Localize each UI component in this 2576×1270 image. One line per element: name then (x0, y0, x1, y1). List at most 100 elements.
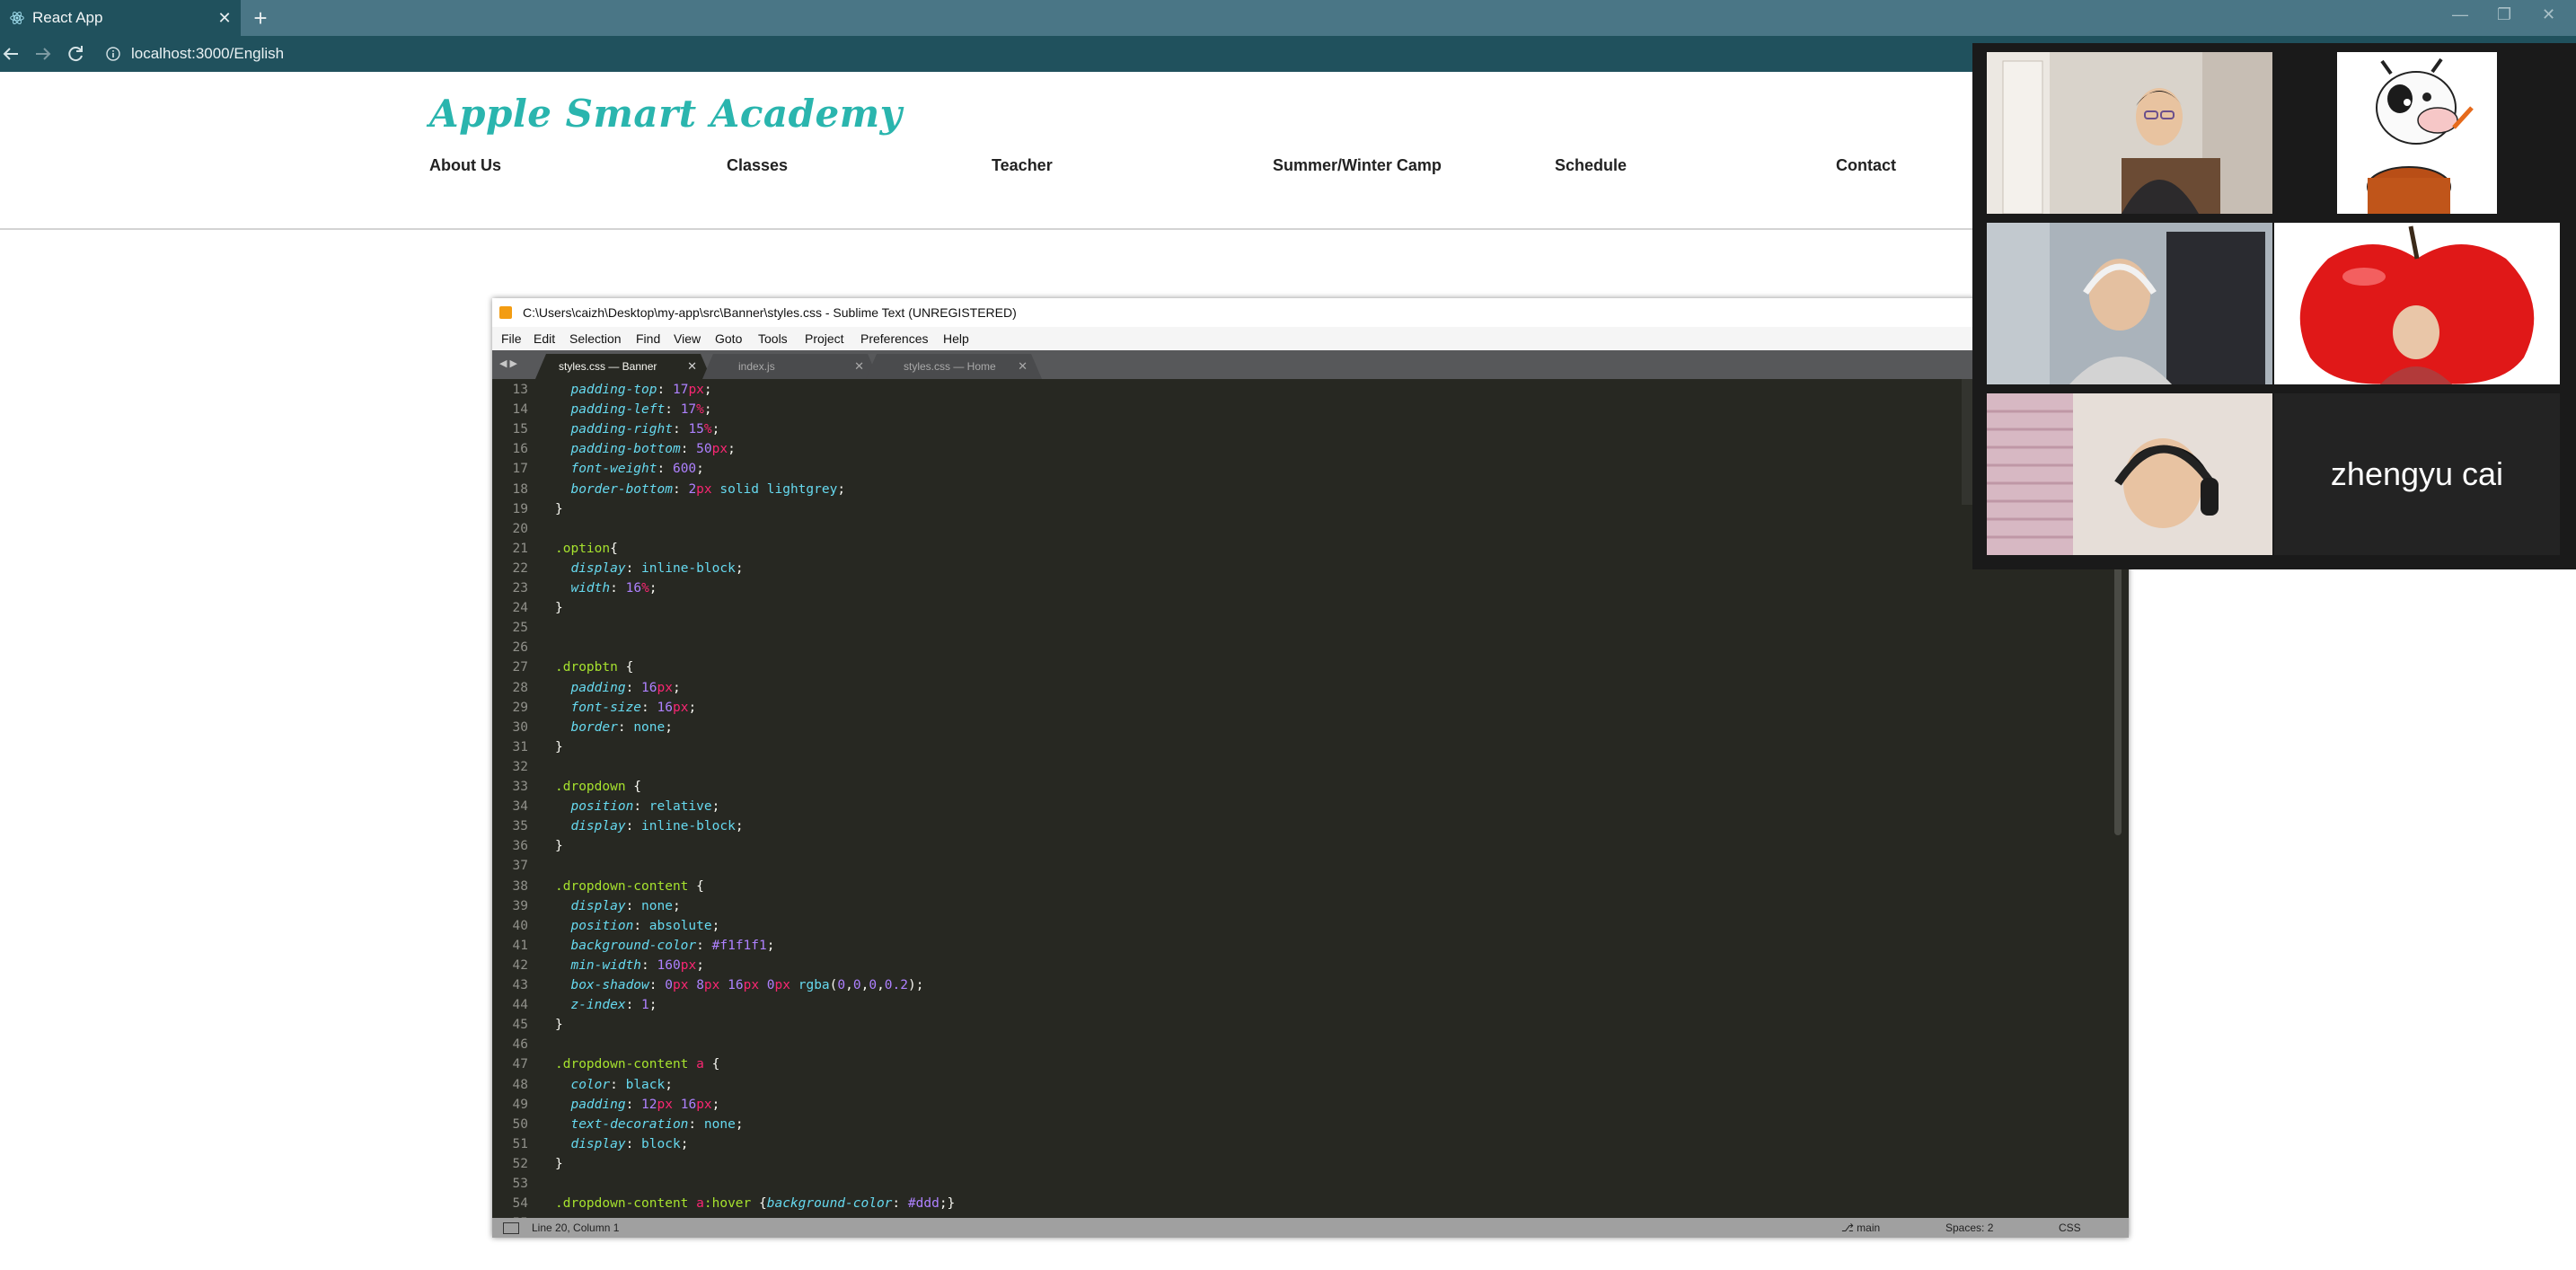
code-line[interactable]: } (555, 740, 563, 754)
line-number: 33 (512, 780, 528, 794)
sublime-title-bar[interactable]: C:\Users\caizh\Desktop\my-app\src\Banner… (492, 298, 2129, 327)
menu-view[interactable]: View (674, 327, 701, 350)
code-line[interactable]: border-bottom: 2px solid lightgrey; (555, 482, 845, 497)
back-arrow-icon[interactable] (0, 43, 22, 65)
panel-toggle-icon[interactable] (503, 1222, 519, 1234)
code-token: : (625, 680, 642, 695)
site-info-icon[interactable] (106, 47, 120, 61)
code-line[interactable]: display: none; (555, 899, 680, 913)
nav-about-us[interactable]: About Us (429, 156, 501, 175)
code-line[interactable]: position: absolute; (555, 919, 719, 933)
minimize-icon[interactable]: — (2452, 5, 2468, 24)
code-line[interactable]: width: 16%; (555, 581, 657, 595)
code-line[interactable]: color: black; (555, 1078, 673, 1092)
sublime-app-icon (499, 306, 512, 319)
menu-help[interactable]: Help (943, 327, 969, 350)
code-line[interactable]: .dropdown-content a:hover {background-co… (555, 1196, 955, 1211)
menu-preferences[interactable]: Preferences (860, 327, 928, 350)
code-line[interactable]: z-index: 1; (555, 998, 657, 1012)
forward-arrow-icon[interactable] (32, 43, 54, 65)
nav-summer-winter-camp[interactable]: Summer/Winter Camp (1273, 156, 1442, 175)
participant-video-tile[interactable] (1987, 393, 2272, 555)
menu-find[interactable]: Find (636, 327, 660, 350)
code-line[interactable]: box-shadow: 0px 8px 16px 0px rgba(0,0,0,… (555, 978, 923, 992)
code-line[interactable]: min-width: 160px; (555, 958, 703, 973)
code-line[interactable]: } (555, 839, 563, 853)
line-number: 29 (512, 700, 528, 715)
git-branch[interactable]: ⎇ main (1841, 1218, 1880, 1238)
code-token: : (633, 918, 649, 933)
nav-schedule[interactable]: Schedule (1555, 156, 1627, 175)
code-line[interactable]: } (555, 1157, 563, 1171)
code-line[interactable]: font-size: 16px; (555, 701, 696, 715)
participant-name-tile[interactable]: zhengyu cai (2274, 393, 2560, 555)
code-line[interactable]: padding-left: 17%; (555, 402, 711, 417)
code-token: 8 (696, 978, 704, 992)
participant-video-tile[interactable] (2274, 52, 2560, 214)
participant-video-tile-active-speaker[interactable] (2274, 223, 2560, 384)
editor-tab-styles-banner[interactable]: styles.css — Banner ✕ (535, 354, 711, 379)
code-line[interactable]: display: inline-block; (555, 819, 743, 834)
address-bar[interactable]: localhost:3000/English (101, 40, 999, 68)
menu-project[interactable]: Project (805, 327, 844, 350)
nav-classes[interactable]: Classes (727, 156, 788, 175)
tab-close-icon[interactable]: ✕ (214, 7, 235, 29)
code-token: px (696, 1097, 712, 1112)
new-tab-plus-icon[interactable]: + (248, 5, 273, 31)
code-line[interactable]: background-color: #f1f1f1; (555, 939, 774, 953)
menu-goto[interactable]: Goto (715, 327, 742, 350)
syntax-selector[interactable]: CSS (2059, 1218, 2081, 1238)
line-number: 35 (512, 819, 528, 834)
line-number: 21 (512, 541, 528, 556)
code-line[interactable]: position: relative; (555, 799, 719, 814)
restore-icon[interactable]: ❐ (2497, 5, 2511, 24)
window-close-icon[interactable]: ✕ (2542, 5, 2555, 24)
participant-video-tile[interactable] (1987, 223, 2272, 384)
tab-close-icon[interactable]: ✕ (1018, 354, 1028, 379)
code-token: inline-block (641, 819, 736, 834)
code-editor[interactable]: 13 14 15 16 17 18 19 20 21 22 23 24 25 26 27 28 29 30 31 32… (492, 379, 2129, 1218)
indentation-setting[interactable]: Spaces: 2 (1945, 1218, 1993, 1238)
code-line[interactable]: .dropdown-content a { (555, 1057, 719, 1072)
code-token: none (633, 719, 666, 735)
code-line[interactable]: padding-right: 15%; (555, 422, 719, 437)
code-line[interactable]: } (555, 1018, 563, 1032)
code-line[interactable]: .option{ (555, 542, 618, 556)
code-line[interactable]: .dropdown { (555, 780, 641, 794)
code-line[interactable]: } (555, 502, 563, 516)
menu-edit[interactable]: Edit (534, 327, 555, 350)
site-brand-logo[interactable]: Apple Smart Academy (429, 92, 903, 136)
editor-tab-styles-home[interactable]: styles.css — Home ✕ (866, 354, 1042, 379)
tab-close-icon[interactable]: ✕ (687, 354, 697, 379)
code-line[interactable]: border: none; (555, 720, 673, 735)
nav-contact[interactable]: Contact (1836, 156, 1896, 175)
menu-tools[interactable]: Tools (758, 327, 788, 350)
code-token: px (657, 1097, 673, 1112)
code-line[interactable]: .dropbtn { (555, 660, 633, 675)
code-line[interactable]: .dropdown-content { (555, 879, 704, 894)
code-line[interactable]: } (555, 601, 563, 615)
code-token: box-shadow (570, 978, 649, 992)
code-line[interactable]: text-decoration: none; (555, 1117, 743, 1132)
menu-file[interactable]: File (501, 327, 522, 350)
code-line[interactable]: padding: 16px; (555, 680, 680, 695)
code-line[interactable]: padding-bottom: 50px; (555, 442, 735, 456)
code-token: ; (766, 938, 775, 953)
code-line[interactable]: font-weight: 600; (555, 462, 703, 476)
code-line[interactable]: padding-top: 17px; (555, 383, 711, 397)
line-number: 48 (512, 1077, 528, 1092)
code-line[interactable]: display: block; (555, 1137, 688, 1151)
nav-teacher[interactable]: Teacher (992, 156, 1053, 175)
browser-tab[interactable]: React App ✕ (0, 0, 241, 36)
tab-scroll-arrows-icon[interactable]: ◀▶ (499, 357, 520, 369)
reload-icon[interactable] (65, 43, 86, 65)
tab-close-icon[interactable]: ✕ (854, 354, 864, 379)
menu-selection[interactable]: Selection (569, 327, 622, 350)
code-line[interactable]: padding: 12px 16px; (555, 1098, 719, 1112)
editor-tab-index-js[interactable]: index.js ✕ (702, 354, 878, 379)
code-line[interactable]: display: inline-block; (555, 561, 743, 576)
participant-video-tile[interactable] (1987, 52, 2272, 214)
